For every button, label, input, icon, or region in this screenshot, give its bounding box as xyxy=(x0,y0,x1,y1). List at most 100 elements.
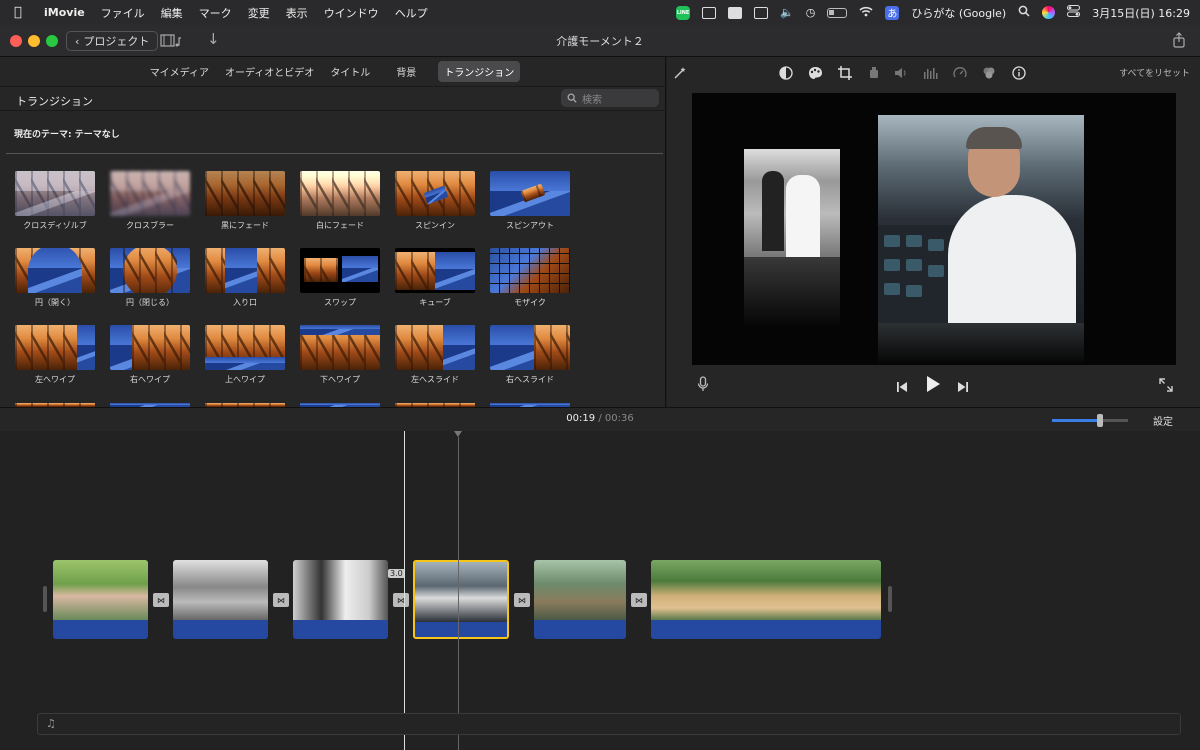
share-icon[interactable] xyxy=(1172,32,1186,48)
time-separator: / xyxy=(598,413,602,424)
clip-couple-dog[interactable] xyxy=(651,560,881,639)
clip-wedding-bw[interactable] xyxy=(293,560,388,639)
timeline-settings-button[interactable]: 設定 xyxy=(1153,413,1173,428)
clip-children-bw[interactable] xyxy=(173,560,268,639)
apple-menu-icon[interactable]:  xyxy=(14,5,32,20)
line-app-icon[interactable]: LINE xyxy=(676,5,691,20)
drive-icon[interactable] xyxy=(754,6,769,19)
import-down-arrow-icon[interactable]: ↓ xyxy=(207,30,220,48)
menu-file[interactable]: ファイル xyxy=(101,5,145,21)
skip-back-icon[interactable] xyxy=(896,378,908,397)
color-balance-icon[interactable] xyxy=(779,65,793,80)
transition-thumbnail xyxy=(15,171,95,216)
transition-label: 入り口 xyxy=(233,298,257,307)
battery-icon[interactable] xyxy=(827,7,848,18)
crop-icon[interactable] xyxy=(838,65,852,80)
menu-edit[interactable]: 編集 xyxy=(161,5,183,21)
playhead[interactable] xyxy=(404,431,405,750)
color-correction-palette-icon[interactable] xyxy=(808,65,822,79)
menubar-clock[interactable]: 3月15日(日) 16:29 xyxy=(1092,5,1190,21)
transition-icon[interactable]: ⋈ xyxy=(153,593,169,607)
transition-icon[interactable]: ⋈ xyxy=(273,593,289,607)
volume-icon[interactable]: 🔈 xyxy=(780,6,794,19)
search-field[interactable]: 検索 xyxy=(561,89,659,107)
clip-pilot[interactable] xyxy=(413,560,509,639)
menu-view[interactable]: 表示 xyxy=(286,5,308,21)
transition-icon[interactable]: ⋈ xyxy=(514,593,530,607)
transition-wipe-right[interactable]: 右へワイプ xyxy=(110,325,190,385)
transition-wipe-down[interactable]: 下へワイプ xyxy=(300,325,380,385)
transition-label: クロスディゾルブ xyxy=(23,221,87,230)
clip-fishing[interactable] xyxy=(534,560,626,639)
clip-couple-portrait[interactable] xyxy=(53,560,148,639)
speed-icon[interactable] xyxy=(953,65,967,79)
tab-backgrounds[interactable]: 背景 xyxy=(392,61,420,82)
transition-mosaic[interactable]: モザイク xyxy=(490,248,570,308)
spotlight-search-icon[interactable] xyxy=(1018,5,1030,20)
transition-slide-left[interactable]: 左へスライド xyxy=(395,325,475,385)
time-machine-icon[interactable]: ◷ xyxy=(806,6,816,19)
transition-icon[interactable]: ⋈ xyxy=(393,593,409,607)
play-icon[interactable] xyxy=(925,375,941,397)
control-center-icon[interactable] xyxy=(1067,5,1081,20)
transition-fade-to-black[interactable]: 黒にフェード xyxy=(205,171,285,231)
menu-help[interactable]: ヘルプ xyxy=(395,5,428,21)
tab-transitions[interactable]: トランジション xyxy=(438,61,521,82)
menu-mark[interactable]: マーク xyxy=(199,5,232,21)
transition-thumbnail xyxy=(110,325,190,370)
browser-tabs: マイメディア オーディオとビデオ タイトル 背景 トランジション xyxy=(0,57,666,87)
clip-filter-icon[interactable] xyxy=(982,65,996,79)
transition-spin-in[interactable]: スピンイン xyxy=(395,171,475,231)
timeline[interactable]: ⋈ ⋈ 3.0 ⋈ ⋈ ⋈ ♫ xyxy=(0,431,1200,750)
transition-wipe-up[interactable]: 上へワイプ xyxy=(205,325,285,385)
tab-my-media[interactable]: マイメディア xyxy=(146,61,213,82)
html5-icon[interactable] xyxy=(728,6,743,19)
transition-circle-open[interactable]: 円（開く） xyxy=(15,248,95,308)
menu-modify[interactable]: 変更 xyxy=(248,5,270,21)
search-input[interactable]: 検索 xyxy=(582,91,602,106)
fullscreen-expand-icon[interactable] xyxy=(1159,377,1173,396)
transition-cross-blur[interactable]: クロスブラー xyxy=(110,171,190,231)
transition-cube[interactable]: キューブ xyxy=(395,248,475,308)
volume-adjust-icon[interactable] xyxy=(894,65,908,79)
fullscreen-window-button[interactable] xyxy=(46,35,58,47)
transition-circle-close[interactable]: 円（閉じる） xyxy=(110,248,190,308)
background-music-track[interactable]: ♫ xyxy=(37,713,1181,735)
tab-audio-video[interactable]: オーディオとビデオ xyxy=(221,61,318,82)
menu-app[interactable]: iMovie xyxy=(44,6,85,19)
transition-label: 右へワイプ xyxy=(130,375,170,384)
transition-thumbnail xyxy=(395,248,475,293)
siri-icon[interactable] xyxy=(1042,6,1056,19)
transition-fade-to-white[interactable]: 白にフェード xyxy=(300,171,380,231)
transition-doorway[interactable]: 入り口 xyxy=(205,248,285,308)
transition-slide-right[interactable]: 右へスライド xyxy=(490,325,570,385)
timecode: 00:19 / 00:36 xyxy=(0,413,1200,424)
transition-swap[interactable]: スワップ xyxy=(300,248,380,308)
transition-spin-out[interactable]: スピンアウト xyxy=(490,171,570,231)
microphone-icon[interactable] xyxy=(697,376,709,396)
transition-cross-dissolve[interactable]: クロスディゾルブ xyxy=(15,171,95,231)
minimize-window-button[interactable] xyxy=(28,35,40,47)
preview-screen xyxy=(692,93,1176,365)
zoom-slider-knob[interactable] xyxy=(1096,414,1103,427)
close-window-button[interactable] xyxy=(10,35,22,47)
info-icon[interactable] xyxy=(1012,65,1026,80)
noise-reduction-icon[interactable] xyxy=(923,65,938,79)
display-icon[interactable] xyxy=(702,6,717,19)
transition-label: 白にフェード xyxy=(316,221,364,230)
viewer-panel: すべてをリセット xyxy=(667,57,1200,407)
stabilization-camera-icon[interactable] xyxy=(867,65,881,79)
reset-all-button[interactable]: すべてをリセット xyxy=(1119,66,1190,79)
back-to-projects-button[interactable]: ‹ プロジェクト xyxy=(66,31,159,51)
transition-icon[interactable]: ⋈ xyxy=(631,593,647,607)
skip-forward-icon[interactable] xyxy=(957,378,969,397)
transition-wipe-left[interactable]: 左へワイプ xyxy=(15,325,95,385)
media-library-toggle-icon[interactable] xyxy=(160,33,182,49)
input-method-label[interactable]: ひらがな (Google) xyxy=(911,5,1006,21)
wifi-icon[interactable] xyxy=(859,6,873,20)
magic-wand-icon[interactable] xyxy=(673,65,687,79)
input-method-icon[interactable]: あ xyxy=(885,5,900,20)
menu-window[interactable]: ウインドウ xyxy=(324,5,379,21)
timeline-zoom-slider[interactable] xyxy=(1052,414,1128,427)
tab-titles[interactable]: タイトル xyxy=(326,61,374,82)
